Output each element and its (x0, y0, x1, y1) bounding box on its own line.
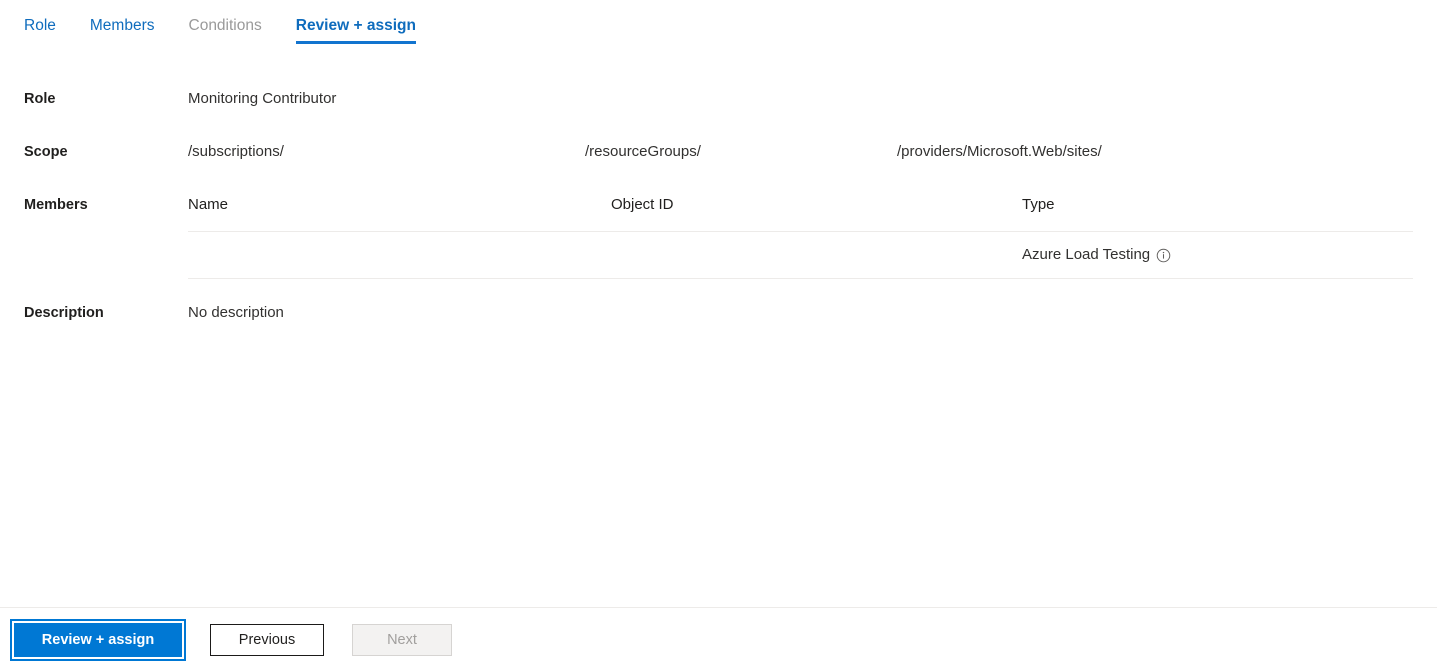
role-value: Monitoring Contributor (188, 90, 337, 107)
description-value: No description (188, 304, 284, 321)
type-cell-wrapper: Azure Load Testing (1022, 245, 1413, 265)
role-label: Role (24, 91, 56, 107)
column-header-object-id: Object ID (611, 195, 1022, 232)
table-header-row: Name Object ID Type (188, 195, 1413, 232)
tab-review-assign-label: Review + assign (295, 17, 416, 34)
scope-segment-providers: /providers/Microsoft.Web/sites/ (897, 143, 1102, 160)
field-row-role: Role Monitoring Contributor (0, 89, 1437, 109)
active-tab-indicator (295, 41, 416, 44)
field-row-scope: Scope /subscriptions/ /resourceGroups/ /… (0, 142, 1437, 162)
column-header-type: Type (1022, 195, 1413, 232)
review-assign-button[interactable]: Review + assign (10, 618, 186, 661)
description-label: Description (24, 305, 104, 321)
members-label: Members (24, 197, 88, 213)
tab-members-label: Members (89, 17, 155, 34)
members-table-body: Azure Load Testing (188, 231, 1413, 279)
tab-role[interactable]: Role (24, 0, 56, 49)
field-row-description: Description No description (0, 303, 1437, 323)
members-table: Name Object ID Type Azure Load Testing (188, 195, 1413, 279)
scope-label: Scope (24, 144, 68, 160)
scope-segment-resourcegroups: /resourceGroups/ (585, 143, 701, 160)
field-row-members: Members Name Object ID Type Azure Load T… (0, 195, 1437, 279)
cell-type-label: Azure Load Testing (1022, 246, 1151, 263)
review-assign-panel: Role Monitoring Contributor Scope /subsc… (0, 56, 1437, 607)
tab-conditions: Conditions (189, 0, 262, 49)
tab-conditions-label: Conditions (188, 17, 262, 34)
scope-segment-subscriptions: /subscriptions/ (188, 143, 284, 160)
tab-review-assign[interactable]: Review + assign (295, 0, 416, 49)
previous-button[interactable]: Previous (210, 623, 324, 656)
members-value: Name Object ID Type Azure Load Testing (188, 195, 1413, 279)
next-button-label: Next (387, 631, 417, 648)
cell-name (188, 231, 611, 279)
column-header-name: Name (188, 195, 611, 232)
next-button: Next (352, 623, 452, 656)
scope-value: /subscriptions/ /resourceGroups/ /provid… (188, 142, 1413, 162)
tab-role-label: Role (24, 17, 56, 34)
wizard-footer: Review + assign Previous Next (0, 607, 1437, 671)
previous-button-label: Previous (238, 631, 296, 648)
wizard-tab-bar: Role Members Conditions Review + assign (0, 0, 1437, 56)
table-row: Azure Load Testing (188, 231, 1413, 279)
info-circle-icon[interactable] (1156, 248, 1171, 263)
tab-members[interactable]: Members (90, 0, 155, 49)
cell-object-id (611, 231, 1022, 279)
cell-type: Azure Load Testing (1022, 231, 1413, 279)
review-assign-button-label: Review + assign (41, 631, 155, 648)
members-table-head: Name Object ID Type (188, 195, 1413, 232)
scope-segments: /subscriptions/ /resourceGroups/ /provid… (188, 142, 1413, 162)
